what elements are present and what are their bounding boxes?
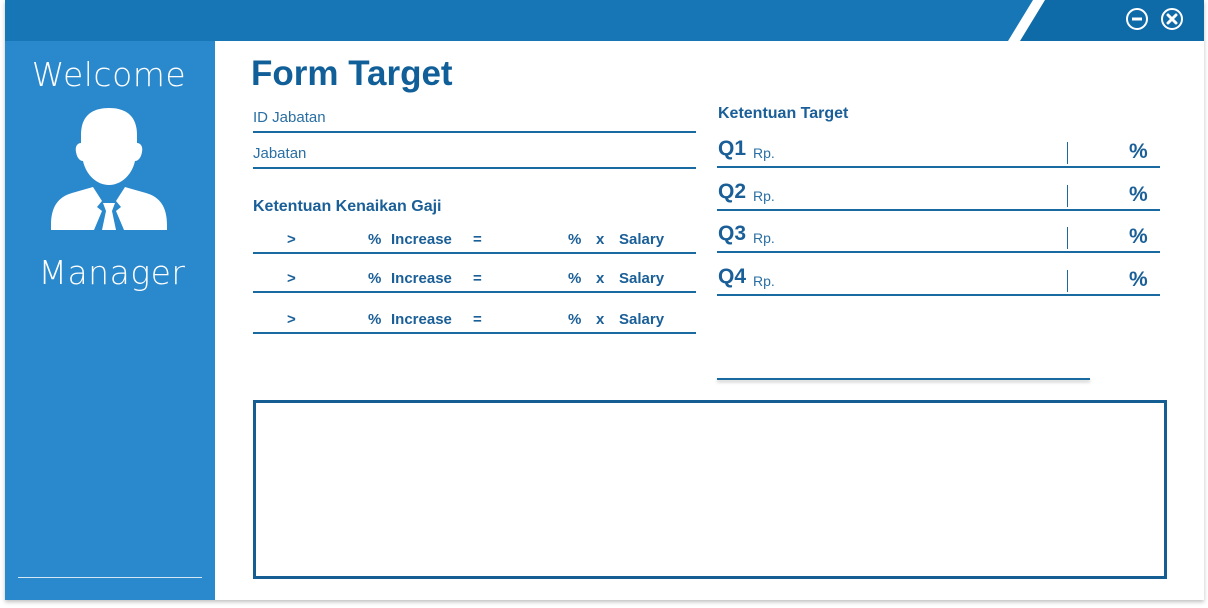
- equals-sign: =: [473, 231, 482, 248]
- sidebar: Welcome Manager: [5, 41, 215, 600]
- percent-sign: %: [568, 231, 582, 248]
- percent-sign: %: [368, 270, 382, 287]
- increase-label: Increase: [391, 311, 452, 328]
- quarter-label: Q2: [718, 180, 747, 203]
- quarter-label: Q3: [718, 222, 747, 245]
- percent-sign: %: [568, 270, 582, 287]
- jabatan-field[interactable]: Jabatan: [253, 139, 696, 169]
- quarter-target-row[interactable]: Q4 Rp. %: [717, 264, 1160, 296]
- percent-sign: %: [368, 311, 382, 328]
- field-separator: [1067, 185, 1068, 207]
- percent-sign: %: [1129, 183, 1148, 206]
- id-jabatan-label: ID Jabatan: [253, 109, 326, 126]
- user-avatar-icon: [51, 108, 167, 230]
- salary-rule-row[interactable]: > % Increase = % x Salary: [253, 307, 696, 334]
- close-button[interactable]: [1161, 8, 1183, 30]
- quarter-label: Q1: [718, 137, 747, 160]
- field-separator: [1067, 270, 1068, 292]
- currency-label: Rp.: [753, 230, 775, 246]
- increase-label: Increase: [391, 231, 452, 248]
- field-separator: [1067, 227, 1068, 249]
- page-title: Form Target: [251, 54, 453, 93]
- increase-label: Increase: [391, 270, 452, 287]
- jabatan-label: Jabatan: [253, 145, 307, 162]
- percent-sign: %: [368, 231, 382, 248]
- salary-rule-row[interactable]: > % Increase = % x Salary: [253, 266, 696, 293]
- salary-label: Salary: [619, 231, 665, 248]
- multiply-sign: x: [596, 311, 605, 328]
- minus-circle-icon: [1132, 17, 1142, 21]
- greater-than-sign: >: [287, 311, 296, 328]
- greater-than-sign: >: [287, 231, 296, 248]
- quarter-target-row[interactable]: Q3 Rp. %: [717, 221, 1160, 253]
- sidebar-divider: [18, 577, 202, 578]
- salary-rule-row[interactable]: > % Increase = % x Salary: [253, 227, 696, 254]
- title-bar: [5, 0, 1204, 41]
- x-circle-icon: [1166, 13, 1178, 25]
- notes-textarea[interactable]: [253, 400, 1167, 579]
- percent-sign: %: [1129, 225, 1148, 248]
- minimize-button[interactable]: [1126, 8, 1148, 30]
- equals-sign: =: [473, 270, 482, 287]
- unlabeled-input-line[interactable]: [717, 378, 1090, 380]
- currency-label: Rp.: [753, 273, 775, 289]
- title-bar-accent: [1008, 0, 1204, 41]
- target-rules-title: Ketentuan Target: [718, 105, 849, 122]
- currency-label: Rp.: [753, 145, 775, 161]
- welcome-text: Welcome: [31, 55, 187, 94]
- quarter-target-row[interactable]: Q1 Rp. %: [717, 136, 1160, 168]
- percent-sign: %: [1129, 268, 1148, 291]
- salary-rules-title: Ketentuan Kenaikan Gaji: [253, 198, 442, 215]
- salary-label: Salary: [619, 311, 665, 328]
- percent-sign: %: [568, 311, 582, 328]
- id-jabatan-field[interactable]: ID Jabatan: [253, 103, 696, 133]
- percent-sign: %: [1129, 140, 1148, 163]
- salary-label: Salary: [619, 270, 665, 287]
- app-window: Welcome Manager Form Target ID Jabatan J…: [5, 0, 1204, 600]
- field-separator: [1067, 142, 1068, 164]
- multiply-sign: x: [596, 231, 605, 248]
- quarter-label: Q4: [718, 265, 747, 288]
- multiply-sign: x: [596, 270, 605, 287]
- greater-than-sign: >: [287, 270, 296, 287]
- user-role-text: Manager: [38, 253, 186, 292]
- equals-sign: =: [473, 311, 482, 328]
- quarter-target-row[interactable]: Q2 Rp. %: [717, 179, 1160, 211]
- currency-label: Rp.: [753, 188, 775, 204]
